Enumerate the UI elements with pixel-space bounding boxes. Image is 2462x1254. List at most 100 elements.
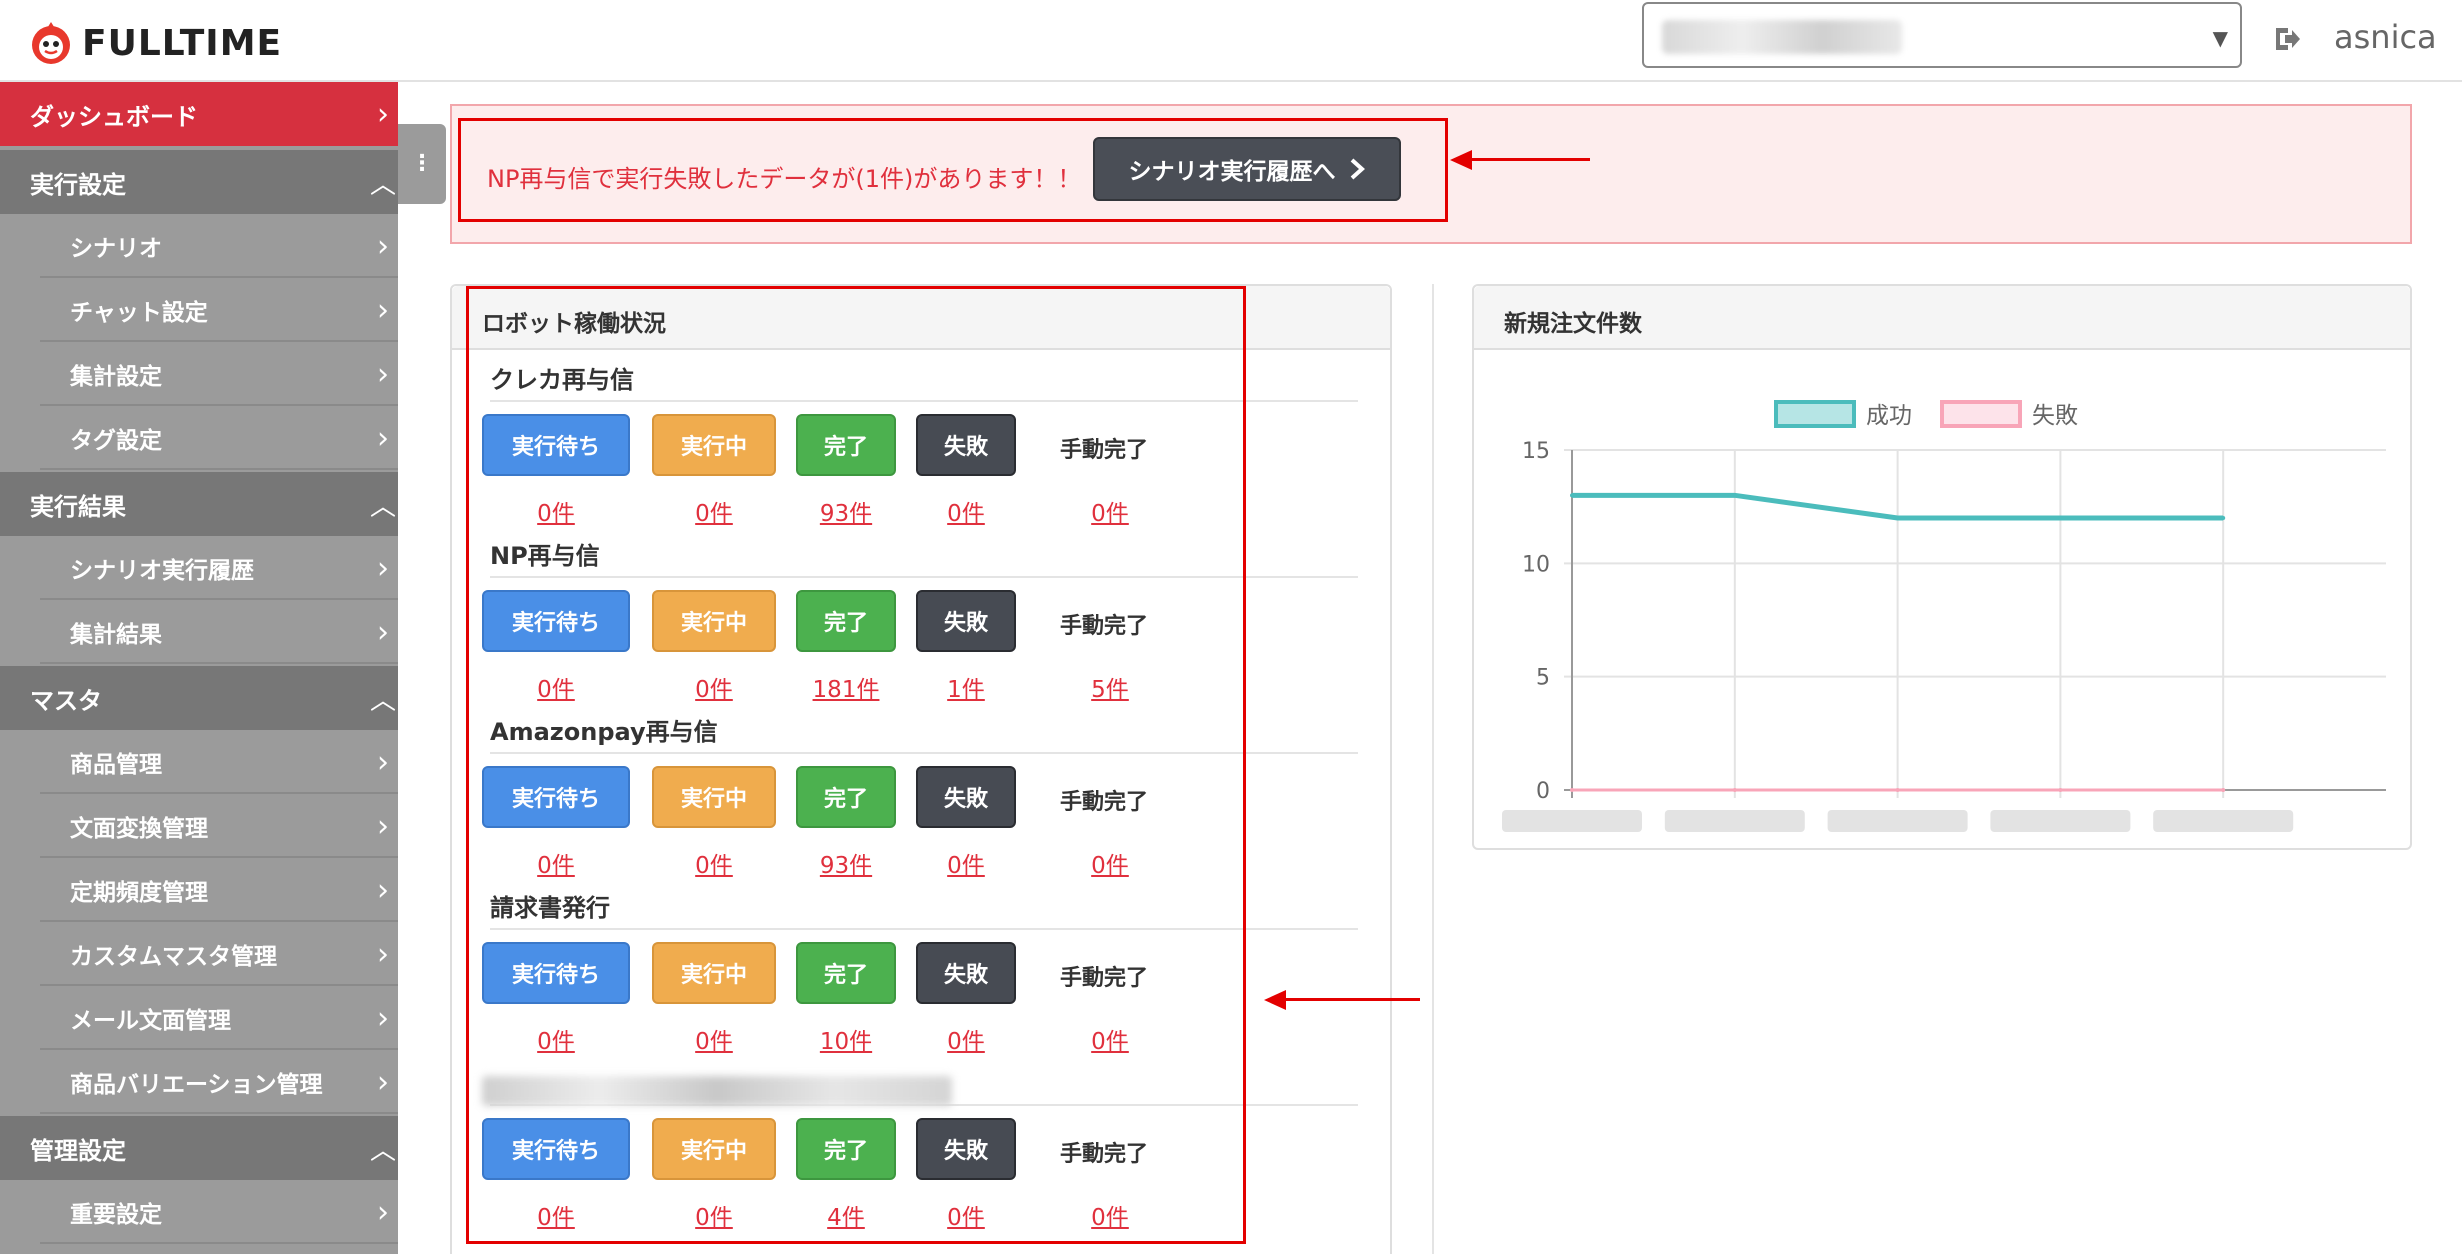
logout-icon[interactable] bbox=[2272, 24, 2302, 54]
sidebar-toggle-button[interactable]: ⋮ bbox=[398, 124, 446, 204]
legend-label: 成功 bbox=[1866, 403, 1912, 429]
sidebar-item-mail-template[interactable]: メール文面管理 › bbox=[0, 986, 398, 1050]
sidebar-item-label: 定期頻度管理 bbox=[70, 880, 208, 906]
series-point bbox=[2058, 788, 2063, 792]
sidebar-item-label: ダッシュボード bbox=[30, 102, 198, 131]
sidebar-section-exec-settings[interactable]: 実行設定 ︿ bbox=[0, 150, 398, 214]
sidebar-item-scenario-history[interactable]: シナリオ実行履歴 › bbox=[0, 536, 398, 600]
chevron-right-icon: › bbox=[377, 550, 389, 586]
sidebar-item-frequency-management[interactable]: 定期頻度管理 › bbox=[0, 858, 398, 922]
sidebar-section-exec-results[interactable]: 実行結果 ︿ bbox=[0, 472, 398, 536]
series-point bbox=[1570, 493, 1574, 498]
x-tick-label-redacted bbox=[1664, 810, 1805, 832]
chevron-right-icon: › bbox=[377, 744, 389, 780]
sidebar-item-label: 集計結果 bbox=[70, 622, 162, 648]
chevron-right-icon: › bbox=[377, 1064, 389, 1100]
legend-label: 失敗 bbox=[2032, 403, 2078, 429]
series-point bbox=[2221, 788, 2226, 792]
legend-swatch bbox=[1774, 400, 1856, 428]
column-divider bbox=[1432, 284, 1434, 1254]
top-header: FULLTIME ▼ asnica bbox=[0, 0, 2462, 82]
chevron-right-icon: › bbox=[377, 1000, 389, 1036]
chevron-right-icon: › bbox=[377, 228, 389, 264]
x-tick-label-redacted bbox=[2153, 810, 2294, 832]
sidebar-section-admin-settings[interactable]: 管理設定 ︿ bbox=[0, 1116, 398, 1180]
sidebar-item-label: チャット設定 bbox=[70, 300, 208, 326]
sidebar: ダッシュボード › 実行設定 ︿ シナリオ › チャット設定 › 集計設定 › … bbox=[0, 82, 398, 1254]
chevron-down-icon: ▼ bbox=[2212, 26, 2228, 50]
sidebar-item-label: メール文面管理 bbox=[70, 1008, 231, 1034]
sidebar-item-label: 重要設定 bbox=[70, 1202, 162, 1228]
sidebar-item-aggregate-settings[interactable]: 集計設定 › bbox=[0, 342, 398, 406]
chevron-up-icon: ︿ bbox=[369, 1135, 396, 1166]
sidebar-item-product-variation[interactable]: 商品バリエーション管理 › bbox=[0, 1050, 398, 1114]
annotation-arrow-head bbox=[1450, 150, 1472, 170]
chevron-right-icon: › bbox=[377, 872, 389, 908]
chevron-right-icon: › bbox=[377, 420, 389, 456]
panel-header: 新規注文件数 bbox=[1474, 286, 2410, 350]
chevron-right-icon: › bbox=[377, 614, 389, 650]
new-orders-chart: 0 5 10 15 成功 失敗 bbox=[1502, 400, 2386, 832]
x-tick-label-redacted bbox=[1990, 810, 2131, 832]
y-tick-label: 0 bbox=[1536, 779, 1550, 804]
scenario-history-button[interactable]: シナリオ実行履歴へ bbox=[1093, 137, 1401, 201]
sidebar-section-label: マスタ bbox=[30, 686, 102, 715]
store-select-value-redacted bbox=[1662, 20, 1902, 54]
annotation-arrow-line bbox=[1284, 998, 1420, 1001]
series-point bbox=[2058, 516, 2063, 520]
series-point bbox=[1732, 493, 1737, 498]
logo-text: FULLTIME bbox=[82, 22, 283, 64]
y-tick-label: 5 bbox=[1536, 666, 1550, 691]
chevron-up-icon: ︿ bbox=[369, 169, 396, 200]
sidebar-item-tag-settings[interactable]: タグ設定 › bbox=[0, 406, 398, 470]
alert-highlight-box: NP再与信で実行失敗したデータが(1件)があります！！ シナリオ実行履歴へ bbox=[458, 118, 1448, 222]
annotation-arrow-line bbox=[1470, 158, 1590, 161]
chevron-up-icon: ︿ bbox=[369, 491, 396, 522]
panel-title: 新規注文件数 bbox=[1504, 311, 1642, 337]
sidebar-item-label: シナリオ実行履歴 bbox=[70, 558, 254, 584]
sidebar-item-aggregate-results[interactable]: 集計結果 › bbox=[0, 600, 398, 664]
new-orders-panel: 新規注文件数 0 5 10 15 成功 失敗 bbox=[1472, 284, 2412, 850]
sidebar-item-dashboard[interactable]: ダッシュボード › bbox=[0, 82, 398, 146]
sidebar-section-master[interactable]: マスタ ︿ bbox=[0, 666, 398, 730]
chevron-right-icon: › bbox=[377, 936, 389, 972]
scenario-history-button-label: シナリオ実行履歴へ bbox=[1128, 159, 1336, 185]
series-point bbox=[1732, 788, 1737, 792]
series-point bbox=[1895, 788, 1900, 792]
sidebar-item-scenario[interactable]: シナリオ › bbox=[0, 214, 398, 278]
user-name[interactable]: asnica bbox=[2334, 18, 2437, 56]
sidebar-item-label: 集計設定 bbox=[70, 364, 162, 390]
sidebar-section-label: 管理設定 bbox=[30, 1136, 126, 1165]
store-select[interactable]: ▼ bbox=[1642, 2, 2242, 68]
sidebar-section-label: 実行設定 bbox=[30, 170, 126, 199]
sidebar-item-label: 文面変換管理 bbox=[70, 816, 208, 842]
sidebar-section-label: 実行結果 bbox=[30, 492, 126, 521]
alert-message: NP再与信で実行失敗したデータが(1件)があります！！ bbox=[487, 165, 1082, 193]
series-point bbox=[1895, 516, 1900, 520]
series-point bbox=[2221, 516, 2226, 520]
logo[interactable]: FULLTIME bbox=[28, 18, 282, 68]
sidebar-item-text-conversion[interactable]: 文面変換管理 › bbox=[0, 794, 398, 858]
chevron-up-icon: ︿ bbox=[369, 685, 396, 716]
sidebar-item-custom-master[interactable]: カスタムマスタ管理 › bbox=[0, 922, 398, 986]
sidebar-item-chat-settings[interactable]: チャット設定 › bbox=[0, 278, 398, 342]
sidebar-item-label: 商品管理 bbox=[70, 752, 162, 778]
failure-alert: NP再与信で実行失敗したデータが(1件)があります！！ シナリオ実行履歴へ bbox=[450, 104, 2412, 244]
legend-swatch bbox=[1940, 400, 2022, 428]
more-vertical-icon: ⋮ bbox=[411, 151, 433, 176]
sidebar-item-label: タグ設定 bbox=[70, 428, 162, 454]
chevron-right-icon: › bbox=[377, 292, 389, 328]
sidebar-item-important-settings[interactable]: 重要設定 › bbox=[0, 1180, 398, 1244]
annotation-arrow-head bbox=[1264, 990, 1286, 1010]
x-tick-label-redacted bbox=[1502, 810, 1642, 832]
chevron-right-icon: › bbox=[377, 1194, 389, 1230]
series-point bbox=[1570, 788, 1574, 792]
sidebar-item-label: カスタムマスタ管理 bbox=[70, 944, 277, 970]
chevron-right-icon: › bbox=[377, 96, 389, 132]
sidebar-item-label: 商品バリエーション管理 bbox=[70, 1072, 323, 1098]
chevron-right-icon: › bbox=[377, 356, 389, 392]
y-tick-label: 15 bbox=[1522, 439, 1550, 464]
robot-highlight-box bbox=[466, 286, 1246, 1244]
y-tick-label: 10 bbox=[1522, 552, 1550, 577]
sidebar-item-product-management[interactable]: 商品管理 › bbox=[0, 730, 398, 794]
